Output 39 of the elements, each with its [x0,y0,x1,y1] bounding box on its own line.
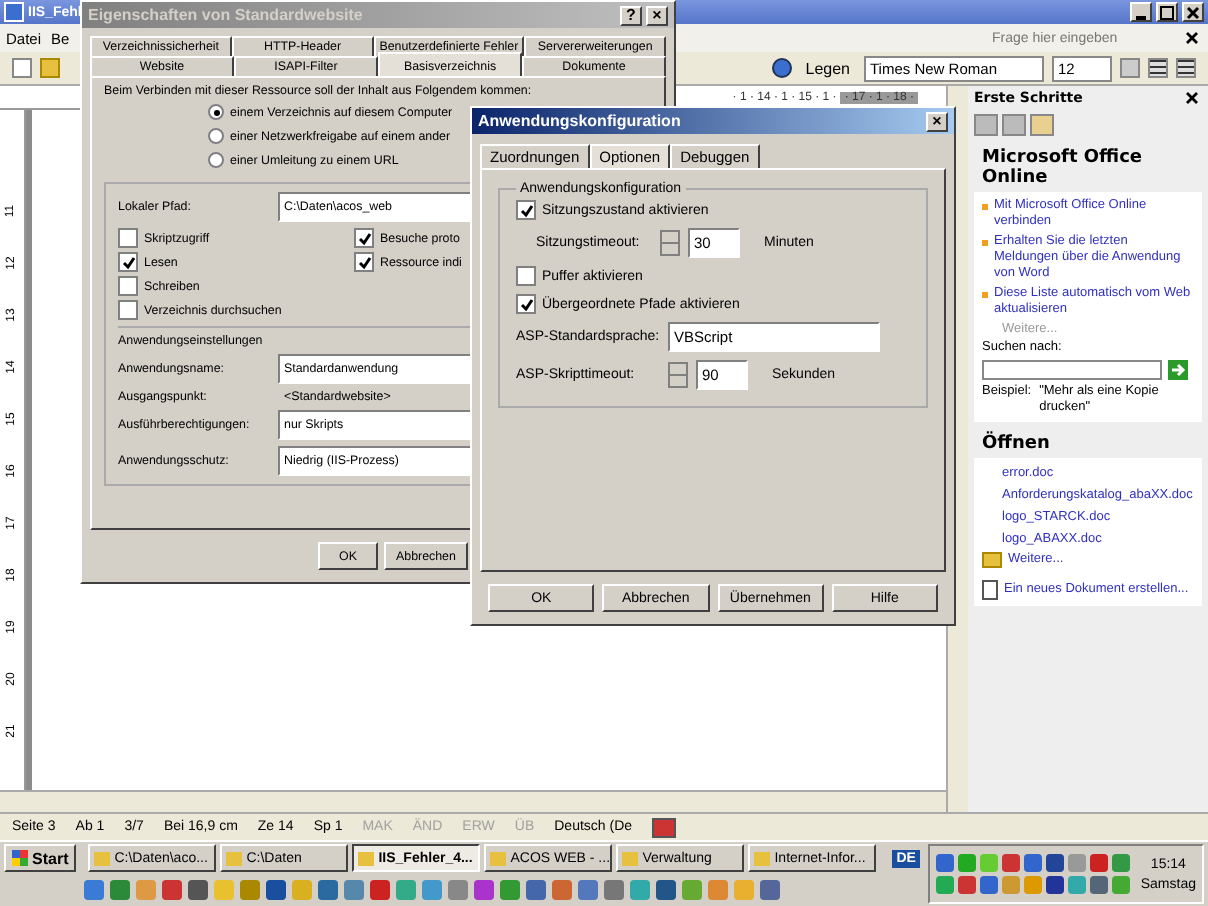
checkbox[interactable] [354,228,374,248]
checkbox[interactable] [118,228,138,248]
close-icon [1186,5,1200,19]
close-icon[interactable] [1186,92,1198,104]
arrow-icon[interactable] [1168,360,1188,380]
bullet-icon [982,240,988,246]
dialog-title: Anwendungskonfiguration [478,112,681,130]
align-icon[interactable] [1148,58,1168,78]
new-document-icon[interactable] [12,58,32,78]
indent-icon[interactable] [1176,58,1196,78]
close-icon[interactable] [1186,32,1198,44]
bullet-icon [982,204,988,210]
search-field[interactable] [982,360,1162,380]
section-heading: Microsoft Office Online [974,144,1202,192]
folder-icon[interactable] [40,58,60,78]
radio-button[interactable] [208,152,224,168]
bullet-icon [982,292,988,298]
start-button[interactable]: Start [4,844,77,872]
dialog-title: Eigenschaften von Standardwebsite [88,6,363,24]
close-button[interactable]: × [926,111,948,131]
spinner-arrows-icon[interactable] [668,362,688,388]
maximize-button[interactable] [1156,2,1178,22]
checkbox[interactable] [118,276,138,296]
checkbox[interactable] [516,200,536,220]
toolbar-button[interactable]: Legen [799,59,856,77]
checkbox[interactable] [354,252,374,272]
radio-button[interactable] [208,128,224,144]
section-heading: Öffnen [974,430,1202,458]
close-button[interactable] [1182,2,1204,22]
spinner-arrows-icon[interactable] [660,230,680,256]
checkbox[interactable] [118,300,138,320]
checkbox[interactable] [118,252,138,272]
checkbox[interactable] [516,266,536,286]
radio-button[interactable] [208,104,224,120]
maximize-icon [1160,5,1174,19]
checkbox[interactable] [516,294,536,314]
minimize-button[interactable] [1130,2,1152,22]
folder-icon [982,552,1002,568]
horizontal-scrollbar[interactable] [0,790,946,812]
